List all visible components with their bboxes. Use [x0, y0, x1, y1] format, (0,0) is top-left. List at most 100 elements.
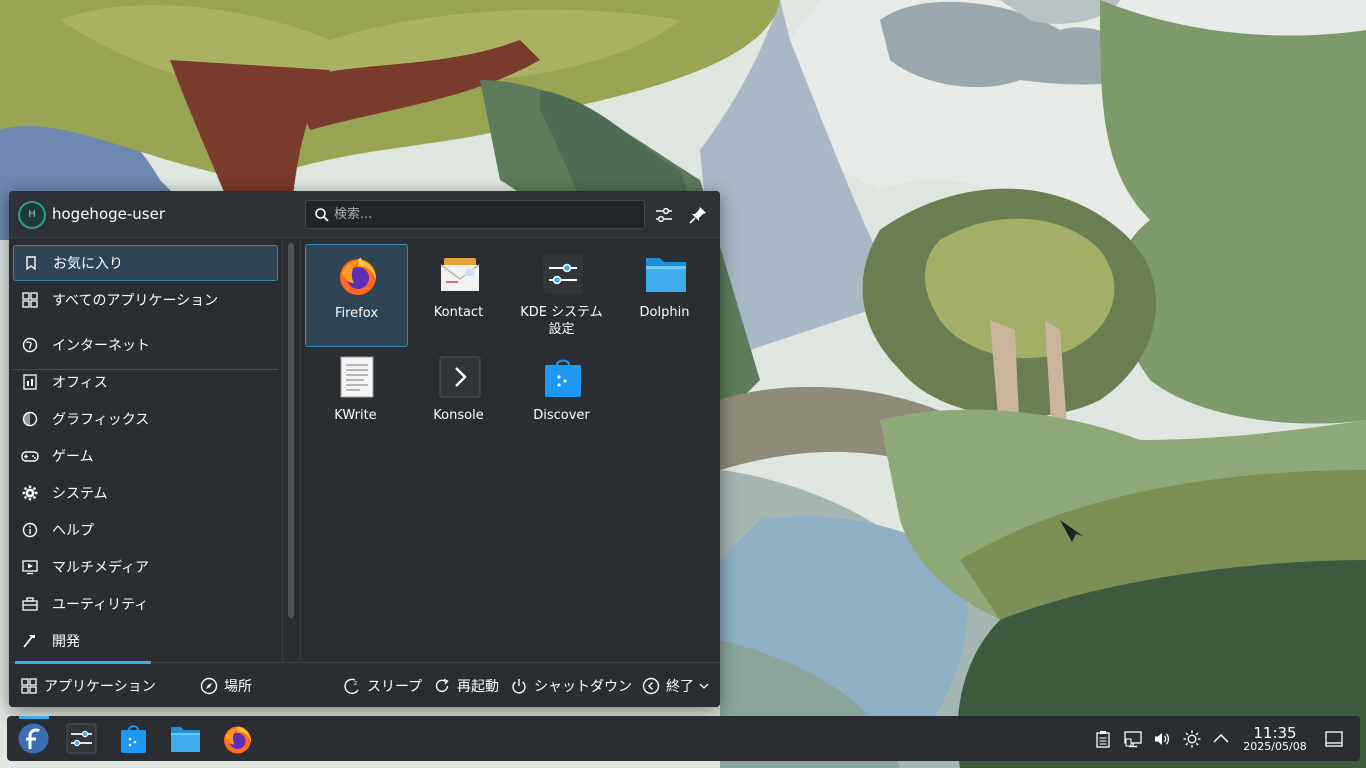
- launcher-active-indicator: [19, 716, 49, 719]
- category-development[interactable]: 開発: [13, 623, 278, 659]
- app-kde-system-settings[interactable]: KDE システム 設定: [511, 244, 614, 347]
- tab-label: 場所: [224, 679, 252, 695]
- system-settings-icon[interactable]: [65, 722, 98, 755]
- folder-icon: [646, 258, 686, 292]
- button-label: シャットダウン: [534, 679, 632, 695]
- tab-places[interactable]: 場所: [200, 676, 252, 696]
- configure-sliders-icon[interactable]: [653, 204, 675, 226]
- username-label: hogehoge-user: [52, 205, 165, 223]
- active-tab-indicator: [15, 661, 151, 664]
- category-label: マルチメディア: [52, 560, 150, 576]
- discover-icon: [545, 359, 581, 397]
- launcher-separator: [300, 239, 301, 661]
- leave-button[interactable]: 終了: [642, 676, 709, 696]
- category-label: インターネット: [52, 338, 150, 354]
- restart-icon: [433, 677, 451, 695]
- shutdown-button[interactable]: シャットダウン: [510, 676, 632, 696]
- category-internet[interactable]: インターネット: [13, 327, 278, 363]
- office-icon: [20, 372, 40, 392]
- category-graphics[interactable]: グラフィックス: [13, 401, 278, 437]
- app-dolphin[interactable]: Dolphin: [614, 244, 717, 347]
- grid-icon: [20, 290, 40, 310]
- app-label: Dolphin: [639, 305, 690, 320]
- application-launcher: H hogehoge-user お気に入り: [9, 191, 720, 707]
- category-multimedia[interactable]: マルチメディア: [13, 549, 278, 585]
- tab-applications[interactable]: アプリケーション: [20, 676, 156, 696]
- category-label: すべてのアプリケーション: [52, 293, 219, 309]
- app-label: KWrite: [334, 408, 377, 423]
- gear-icon: [20, 483, 40, 503]
- button-label: 終了: [666, 679, 694, 695]
- hammer-icon: [20, 631, 40, 651]
- category-label: システム: [52, 486, 108, 502]
- show-desktop-icon[interactable]: [1325, 730, 1343, 748]
- chevron-up-icon[interactable]: [1212, 730, 1230, 748]
- network-icon[interactable]: [1124, 730, 1142, 748]
- volume-icon[interactable]: [1153, 730, 1171, 748]
- category-label: ゲーム: [52, 449, 94, 465]
- globe-icon: [20, 335, 40, 355]
- firefox-icon: [340, 257, 376, 295]
- app-discover[interactable]: Discover: [511, 347, 614, 450]
- terminal-icon: [439, 356, 481, 398]
- leave-icon: [642, 677, 660, 695]
- app-kwrite[interactable]: KWrite: [305, 347, 408, 450]
- clipboard-icon[interactable]: [1094, 730, 1112, 748]
- search-icon: [315, 208, 329, 222]
- pin-icon[interactable]: [687, 204, 709, 226]
- graphics-icon: [20, 409, 40, 429]
- category-utilities[interactable]: ユーティリティ: [13, 586, 278, 622]
- brightness-icon[interactable]: [1183, 730, 1201, 748]
- kontact-icon: [440, 258, 480, 291]
- category-label: お気に入り: [53, 256, 123, 272]
- kwrite-icon: [340, 356, 374, 398]
- folder-icon[interactable]: [169, 722, 202, 755]
- multimedia-icon: [20, 557, 40, 577]
- chevron-down-icon: [699, 681, 709, 691]
- app-label: Discover: [533, 408, 590, 423]
- category-label: ユーティリティ: [52, 597, 149, 613]
- user-avatar[interactable]: H: [18, 201, 46, 229]
- category-label: 開発: [52, 634, 80, 650]
- svg-text:z: z: [354, 680, 357, 687]
- category-system[interactable]: システム: [13, 475, 278, 511]
- info-icon: [20, 520, 40, 540]
- category-label: オフィス: [52, 375, 108, 391]
- category-office[interactable]: オフィス: [13, 364, 278, 400]
- power-icon: [510, 677, 528, 695]
- bookmark-icon: [21, 253, 41, 273]
- button-label: 再起動: [457, 679, 499, 695]
- grid-icon: [20, 677, 38, 695]
- firefox-icon[interactable]: [221, 722, 254, 755]
- category-help[interactable]: ヘルプ: [13, 512, 278, 548]
- category-scrollbar[interactable]: [288, 243, 294, 618]
- launcher-separator: [282, 239, 283, 661]
- category-favorites[interactable]: お気に入り: [13, 245, 278, 281]
- app-label: KDE システム 設定: [520, 305, 603, 337]
- category-label: グラフィックス: [52, 412, 150, 428]
- tab-label: アプリケーション: [44, 679, 156, 695]
- restart-button[interactable]: 再起動: [433, 676, 499, 696]
- category-label: ヘルプ: [52, 523, 94, 539]
- launcher-footer: アプリケーション 場所 z スリープ 再起動 シャットダウン 終了: [9, 661, 720, 707]
- app-firefox[interactable]: Firefox: [305, 244, 408, 347]
- search-input[interactable]: [334, 204, 634, 225]
- launcher-header: H hogehoge-user: [9, 191, 720, 238]
- category-games[interactable]: ゲーム: [13, 438, 278, 474]
- category-all-applications[interactable]: すべてのアプリケーション: [13, 282, 278, 318]
- sleep-icon: z: [343, 677, 361, 695]
- clock-date[interactable]: 2025/05/08: [1237, 740, 1313, 753]
- search-field[interactable]: [305, 200, 645, 229]
- system-settings-icon: [543, 254, 583, 294]
- sleep-button[interactable]: z スリープ: [343, 676, 422, 696]
- category-list: お気に入り すべてのアプリケーション インターネット オフィス グラフィックス: [9, 239, 284, 659]
- taskbar: 11:35 2025/05/08: [7, 716, 1360, 761]
- fedora-icon[interactable]: [17, 722, 50, 755]
- app-label: Firefox: [334, 306, 379, 321]
- button-label: スリープ: [367, 679, 423, 695]
- discover-icon[interactable]: [117, 722, 150, 755]
- app-konsole[interactable]: Konsole: [408, 347, 511, 450]
- toolbox-icon: [20, 594, 40, 614]
- gamepad-icon: [20, 446, 40, 466]
- app-kontact[interactable]: Kontact: [408, 244, 511, 347]
